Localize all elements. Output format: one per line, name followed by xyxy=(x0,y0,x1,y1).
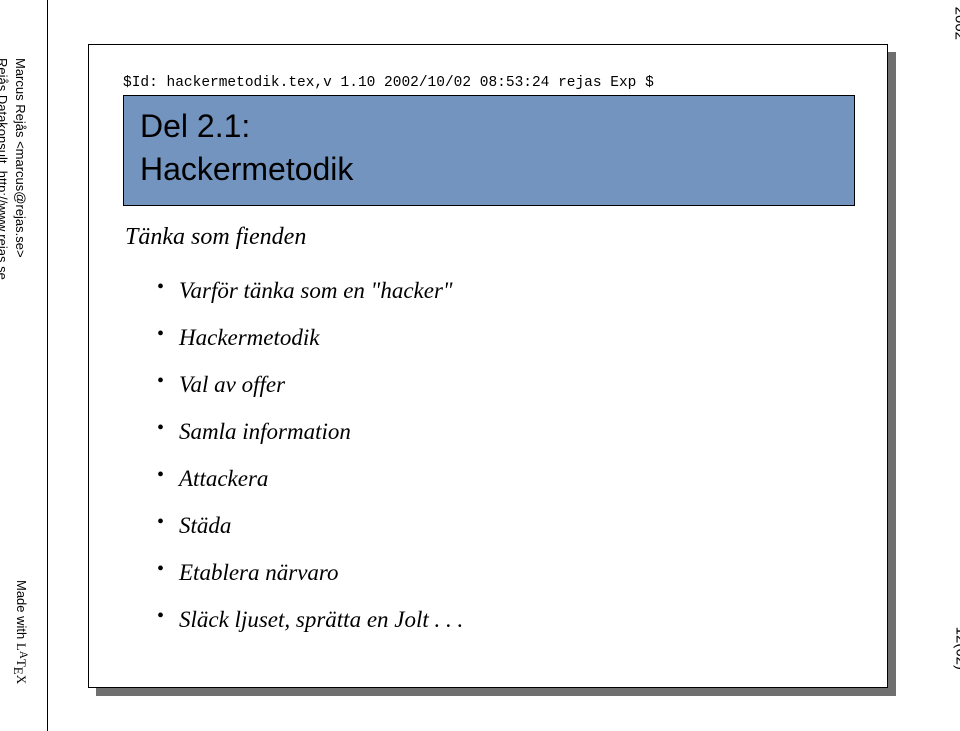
slide: $Id: hackermetodik.tex,v 1.10 2002/10/02… xyxy=(88,44,888,688)
left-sidebar: Marcus Rejås <marcus@rejas.se> Rejås Dat… xyxy=(6,0,44,731)
course-title: Praktisk datasäkerhet (SäkB), 26 novembe… xyxy=(952,0,960,40)
latex-logo: LATEX xyxy=(14,643,29,684)
id-line: $Id: hackermetodik.tex,v 1.10 2002/10/02… xyxy=(123,75,853,91)
vertical-rule xyxy=(47,0,48,731)
made-with-prefix: Made with xyxy=(14,580,29,643)
company-line: Rejås Datakonsult, http://www.rejas.se xyxy=(0,58,11,280)
page: Marcus Rejås <marcus@rejas.se> Rejås Dat… xyxy=(0,0,960,731)
made-with: Made with LATEX xyxy=(13,580,29,684)
title-box: Del 2.1: Hackermetodik xyxy=(123,95,855,206)
bullet-list: Varför tänka som en "hacker" Hackermetod… xyxy=(157,267,853,643)
slide-body: $Id: hackermetodik.tex,v 1.10 2002/10/02… xyxy=(88,44,888,688)
list-item: Etablera närvaro xyxy=(157,549,853,596)
list-item: Städa xyxy=(157,502,853,549)
left-credits: Marcus Rejås <marcus@rejas.se> Rejås Dat… xyxy=(0,58,29,280)
page-number: 12(62) xyxy=(952,627,960,670)
list-item: Attackera xyxy=(157,455,853,502)
list-item: Val av offer xyxy=(157,361,853,408)
list-item: Släck ljuset, sprätta en Jolt . . . xyxy=(157,596,853,643)
title-line1: Del 2.1: xyxy=(140,106,838,148)
list-item: Varför tänka som en "hacker" xyxy=(157,267,853,314)
list-item: Samla information xyxy=(157,408,853,455)
author-line: Marcus Rejås <marcus@rejas.se> xyxy=(11,58,29,280)
list-item: Hackermetodik xyxy=(157,314,853,361)
right-sidebar: Praktisk datasäkerhet (SäkB), 26 novembe… xyxy=(928,0,954,731)
title-line2: Hackermetodik xyxy=(140,148,838,191)
subhead: Tänka som fienden xyxy=(125,224,853,251)
